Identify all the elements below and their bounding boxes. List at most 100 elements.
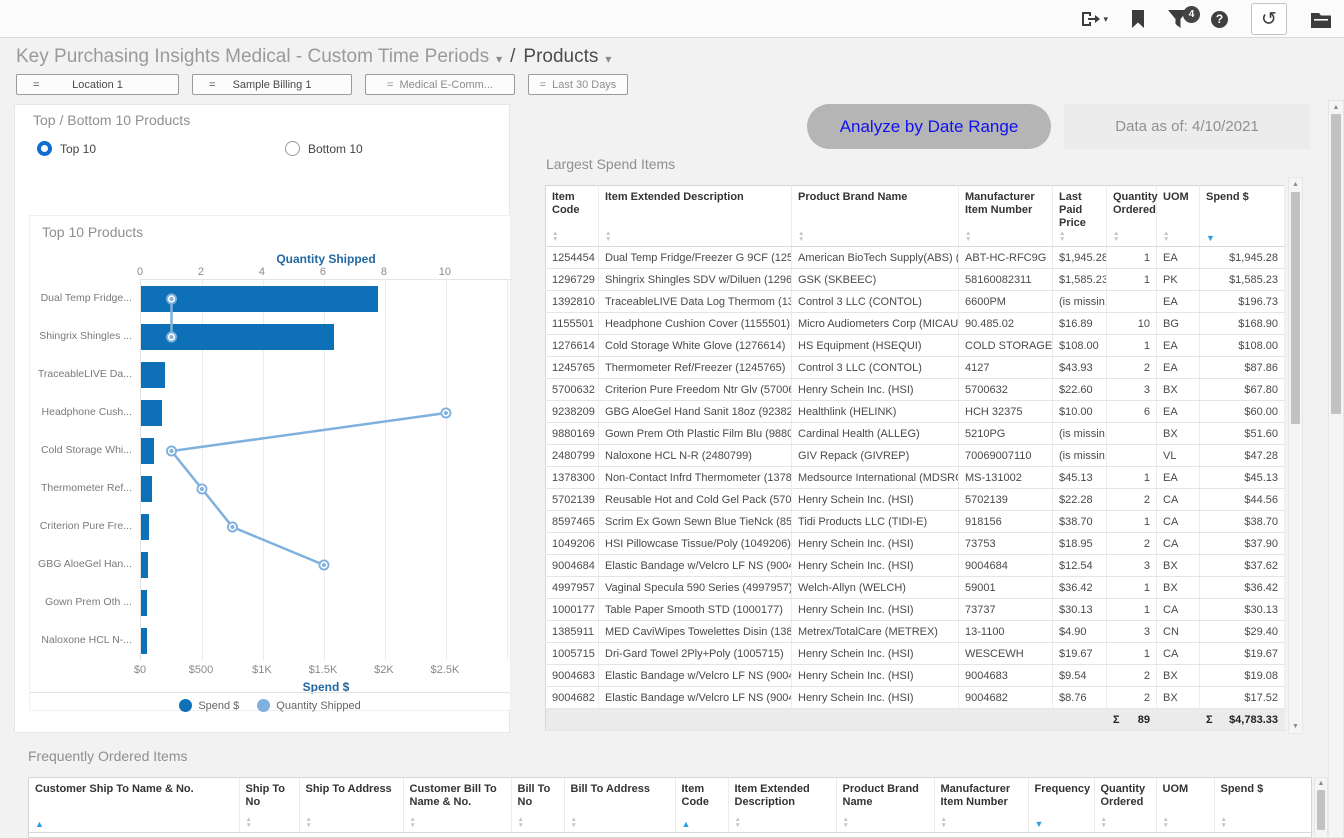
table-cell: 2480799 (546, 445, 599, 467)
table-cell: EA (1157, 291, 1200, 313)
filter-chip[interactable]: =Last 30 Days (528, 74, 628, 95)
filter-chip[interactable]: =Location 1 (16, 74, 179, 95)
bookmark-icon[interactable] (1131, 10, 1145, 28)
filter-chip-row: =Location 1 =Sample Billing 1 =Medical E-C… (16, 74, 628, 95)
column-header-frequency[interactable]: Frequency▼ (1028, 778, 1094, 833)
table-cell: BX (1157, 665, 1200, 687)
filter-icon[interactable]: 4 (1168, 10, 1188, 28)
column-header-product-brand-name[interactable]: Product Brand Name▲▼ (836, 778, 934, 833)
radio-top-10[interactable]: Top 10 (37, 141, 96, 156)
export-icon[interactable]: ▾ (1080, 10, 1108, 28)
sort-desc-icon[interactable]: ▼ (1206, 234, 1278, 243)
column-header-ship-to-no[interactable]: Ship To No▲▼ (239, 778, 299, 833)
column-header-manufacturer-item-number[interactable]: Manufacturer Item Number▲▼ (959, 186, 1053, 247)
column-header-manufacturer-item-number[interactable]: Manufacturer Item Number▲▼ (934, 778, 1028, 833)
column-header-uom[interactable]: UOM▲▼ (1157, 186, 1200, 247)
column-header-last-paid-price[interactable]: Last Paid Price▲▼ (1053, 186, 1107, 247)
sort-icon[interactable]: ▲▼ (552, 231, 592, 243)
column-header-customer-ship-to-name-no[interactable]: Customer Ship To Name & No.▲ (29, 778, 239, 833)
table-cell: 73753 (959, 533, 1053, 555)
column-header-item-code[interactable]: Item Code▲ (675, 778, 728, 833)
sort-icon[interactable]: ▲▼ (306, 817, 397, 829)
page-scrollbar[interactable]: ▲ (1328, 100, 1344, 838)
bottom-table-scrollbar[interactable]: ▲ (1314, 777, 1328, 838)
help-icon[interactable]: ? (1211, 11, 1228, 28)
column-header-quantity-ordered[interactable]: Quantity Ordered▲▼ (1094, 778, 1156, 833)
scroll-up-icon[interactable]: ▲ (1329, 104, 1343, 111)
sort-icon[interactable]: ▲▼ (1163, 817, 1208, 829)
sort-icon[interactable]: ▲▼ (410, 817, 505, 829)
table-scrollbar[interactable]: ▲ ▼ (1288, 177, 1303, 734)
table-cell: 59001 (959, 577, 1053, 599)
column-header-quantity-ordered[interactable]: Quantity Ordered▲▼ (1107, 186, 1157, 247)
filter-chip[interactable]: =Medical E-Comm... (365, 74, 515, 95)
column-header-spend[interactable]: Spend $▲▼ (1214, 778, 1312, 833)
scrollbar-thumb[interactable] (1331, 114, 1341, 414)
scrollbar-thumb[interactable] (1291, 192, 1300, 424)
sort-icon[interactable]: ▲▼ (246, 817, 293, 829)
sort-icon[interactable]: ▲▼ (518, 817, 558, 829)
scroll-up-icon[interactable]: ▲ (1289, 181, 1302, 188)
table-row: 5700632Criterion Pure Freedom Ntr Glv (5… (546, 379, 1285, 401)
column-header-item-extended-description[interactable]: Item Extended Description▲▼ (599, 186, 792, 247)
legend-item[interactable]: Spend $ (179, 699, 239, 712)
section-dropdown[interactable]: Products ▾ (523, 46, 611, 68)
sort-icon[interactable]: ▲▼ (1113, 231, 1150, 243)
table-cell (1107, 423, 1157, 445)
sort-icon[interactable]: ▲▼ (571, 817, 669, 829)
legend-item[interactable]: Quantity Shipped (257, 699, 360, 712)
sort-icon[interactable]: ▲▼ (1059, 231, 1100, 243)
column-header-customer-bill-to-name-no[interactable]: Customer Bill To Name & No.▲▼ (403, 778, 511, 833)
scrollbar-thumb[interactable] (1317, 790, 1325, 830)
table-cell: $19.08 (1200, 665, 1285, 687)
column-header-item-extended-description[interactable]: Item Extended Description▲▼ (728, 778, 836, 833)
column-header-item-code[interactable]: Item Code▲▼ (546, 186, 599, 247)
table-cell: $19.67 (1053, 643, 1107, 665)
table-cell: Cardinal Health (ALLEG) (792, 423, 959, 445)
sort-icon[interactable]: ▲▼ (605, 231, 785, 243)
scroll-down-icon[interactable]: ▼ (1289, 723, 1302, 730)
sort-icon[interactable]: ▲▼ (941, 817, 1022, 829)
table-row: 1392810TraceableLIVE Data Log Thermom (1… (546, 291, 1285, 313)
sort-icon[interactable]: ▲▼ (735, 817, 830, 829)
analyze-by-date-range-button[interactable]: Analyze by Date Range (807, 104, 1051, 149)
category-label: Criterion Pure Fre... (30, 520, 132, 532)
column-label: Spend $ (1206, 191, 1278, 204)
refresh-icon[interactable]: ↺ (1251, 3, 1287, 35)
sort-icon[interactable]: ▲▼ (798, 231, 952, 243)
column-label: UOM (1163, 783, 1208, 796)
folder-icon[interactable] (1310, 11, 1332, 28)
bottom-axis-tick: $2.5K (431, 664, 460, 676)
sort-icon[interactable]: ▲▼ (965, 231, 1046, 243)
sort-icon[interactable]: ▲▼ (1221, 817, 1307, 829)
radio-bottom-10[interactable]: Bottom 10 (285, 141, 363, 156)
chevron-down-icon: ▾ (496, 49, 502, 66)
table-cell: CA (1157, 533, 1200, 555)
column-header-bill-to-address[interactable]: Bill To Address▲▼ (564, 778, 675, 833)
dashboard-title-dropdown[interactable]: Key Purchasing Insights Medical - Custom… (16, 46, 502, 68)
filter-chip[interactable]: =Sample Billing 1 (192, 74, 352, 95)
scroll-up-icon[interactable]: ▲ (1315, 780, 1327, 787)
table-cell: 2 (1107, 665, 1157, 687)
column-header-uom[interactable]: UOM ▲▼ (1156, 778, 1214, 833)
table-cell: Cold Storage White Glove (1276614) (599, 335, 792, 357)
column-header-bill-to-no[interactable]: Bill To No▲▼ (511, 778, 564, 833)
table-cell: 1 (1107, 335, 1157, 357)
sort-desc-icon[interactable]: ▼ (1035, 820, 1088, 829)
column-header-product-brand-name[interactable]: Product Brand Name▲▼ (792, 186, 959, 247)
sort-icon[interactable]: ▲▼ (1101, 817, 1150, 829)
table-cell: Reusable Hot and Cold Gel Pack (5702... (599, 489, 792, 511)
sort-icon[interactable]: ▲▼ (1163, 231, 1193, 243)
sort-asc-icon[interactable]: ▲ (35, 820, 233, 829)
table-cell: Elastic Bandage w/Velcro LF NS (90046... (599, 555, 792, 577)
table-cell: Table Paper Smooth STD (1000177) (599, 599, 792, 621)
table-cell: EA (1157, 357, 1200, 379)
table-cell: $47.28 (1200, 445, 1285, 467)
table-cell: 1 (1107, 511, 1157, 533)
largest-spend-items-title: Largest Spend Items (546, 156, 675, 172)
sort-icon[interactable]: ▲▼ (843, 817, 928, 829)
sort-asc-icon[interactable]: ▲ (682, 820, 722, 829)
column-header-ship-to-address[interactable]: Ship To Address▲▼ (299, 778, 403, 833)
table-cell: 3 (1107, 621, 1157, 643)
column-header-spend[interactable]: Spend $ ▼ (1200, 186, 1285, 247)
